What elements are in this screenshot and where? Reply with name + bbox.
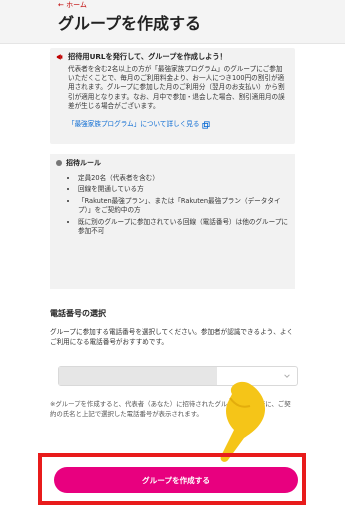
program-details-link-label: 「最強家族プログラム」について詳しく見る	[68, 120, 200, 129]
rule-item: 定員20名（代表者を含む）	[78, 174, 289, 183]
phone-section-description: グループに参加する電話番号を選択してください。参加者が認識できるよう、よくご利用…	[50, 328, 294, 346]
invite-info-box: 招待用URLを発行して、グループを作成しよう！ 代表者を含む2名以上の方が「最強…	[50, 48, 295, 144]
rule-item: 回線を開通している方	[78, 185, 289, 194]
pointing-hand-icon	[220, 381, 266, 462]
rules-heading-row: 招待ルール	[56, 158, 289, 168]
invite-description: 代表者を含む2名以上の方が「最強家族プログラム」のグループにご参加いただくことで…	[68, 65, 285, 110]
phone-section-title: 電話番号の選択	[50, 309, 106, 318]
page-title: グループを作成する	[58, 14, 202, 33]
invite-heading: 招待用URLを発行して、グループを作成しよう！	[68, 52, 227, 61]
chevron-down-icon	[284, 374, 290, 378]
phone-number-value-redacted	[59, 367, 217, 385]
external-window-icon	[202, 121, 211, 129]
rule-item: 既に別のグループに参加されている回線（電話番号）は他のグループに参加不可	[78, 218, 289, 237]
rules-bullet-icon	[56, 160, 62, 166]
rules-list: 定員20名（代表者を含む） 回線を開通している方 「Rakuten最強プラン」、…	[78, 174, 289, 236]
back-to-home-link[interactable]: ← ホーム	[58, 0, 87, 10]
megaphone-icon	[56, 54, 63, 60]
rules-heading: 招待ルール	[66, 159, 101, 167]
rule-item: 「Rakuten最強プラン」、または「Rakuten最強プラン（データタイプ）」…	[78, 197, 289, 216]
page-header: ← ホーム グループを作成する	[0, 0, 345, 44]
invite-rules-box: 招待ルール 定員20名（代表者を含む） 回線を開通している方 「Rakuten最…	[50, 154, 295, 289]
invite-heading-row: 招待用URLを発行して、グループを作成しよう！	[56, 52, 289, 62]
program-details-link[interactable]: 「最強家族プログラム」について詳しく見る	[68, 120, 211, 129]
create-group-button[interactable]: グループを作成する	[54, 467, 298, 493]
